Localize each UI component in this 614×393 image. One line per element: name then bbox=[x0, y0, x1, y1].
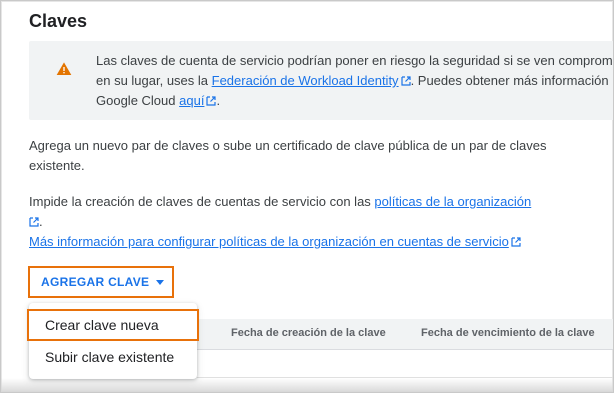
menu-item-upload-existing-key[interactable]: Subir clave existente bbox=[29, 341, 197, 373]
warning-banner: Las claves de cuenta de servicio podrían… bbox=[29, 41, 613, 120]
add-key-highlight: AGREGAR CLAVE bbox=[28, 266, 174, 298]
add-key-menu: Crear clave nueva Subir clave existente bbox=[27, 303, 199, 379]
caret-down-icon bbox=[156, 279, 165, 285]
org-policies-link[interactable]: políticas de la organización bbox=[374, 194, 531, 209]
external-link-icon[interactable] bbox=[511, 237, 521, 247]
policy-prefix: Impide la creación de claves de cuentas … bbox=[29, 194, 375, 209]
keys-panel: Claves Las claves de cuenta de servicio … bbox=[0, 0, 614, 393]
warning-icon bbox=[56, 62, 72, 75]
menu-item-create-new-key[interactable]: Crear clave nueva bbox=[27, 309, 199, 341]
warning-line-3-suffix: . bbox=[216, 93, 221, 108]
external-link-icon[interactable] bbox=[29, 217, 39, 227]
external-link-icon[interactable] bbox=[400, 76, 411, 86]
policy-suffix: . bbox=[39, 214, 43, 229]
warning-line-1: Las claves de cuenta de servicio podrían… bbox=[96, 53, 613, 68]
column-created-date[interactable]: Fecha de creación de la clave bbox=[231, 327, 386, 339]
add-key-label: AGREGAR CLAVE bbox=[41, 275, 150, 289]
policy-more-info: Más información para configurar política… bbox=[29, 232, 589, 252]
page-title: Claves bbox=[29, 11, 88, 31]
warning-text: Las claves de cuenta de servicio podrían… bbox=[96, 51, 613, 111]
table-divider bbox=[197, 377, 613, 378]
workload-identity-link[interactable]: Federación de Workload Identity bbox=[212, 73, 399, 88]
warning-line-2-suffix: . Puedes obtener más información bbox=[410, 73, 609, 88]
configure-policies-link[interactable]: Más información para configurar política… bbox=[29, 234, 509, 249]
intro-text: Agrega un nuevo par de claves o sube un … bbox=[29, 138, 547, 173]
add-key-button[interactable]: AGREGAR CLAVE bbox=[30, 268, 172, 296]
keys-table-header: Fecha de creación de la clave Fecha de v… bbox=[197, 319, 613, 350]
more-info-here-link[interactable]: aquí bbox=[179, 93, 204, 108]
column-expiration-date[interactable]: Fecha de vencimiento de la clave bbox=[421, 327, 595, 339]
warning-line-2-prefix: en su lugar, uses la bbox=[96, 73, 212, 88]
external-link-icon[interactable] bbox=[206, 96, 217, 106]
warning-line-3-prefix: Google Cloud bbox=[96, 93, 180, 108]
warning-line-3: Google Cloud aquí. bbox=[96, 91, 613, 111]
policy-text: Impide la creación de claves de cuentas … bbox=[29, 192, 589, 232]
warning-line-2: en su lugar, uses la Federación de Workl… bbox=[96, 71, 613, 91]
